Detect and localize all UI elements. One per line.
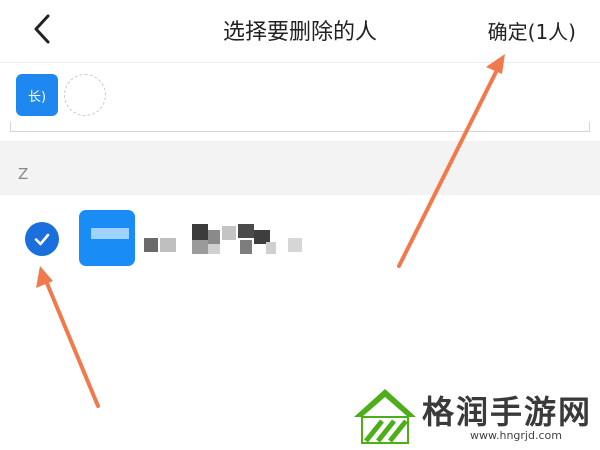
watermark-url: www.hngrjd.com <box>470 429 562 442</box>
row-checkbox[interactable] <box>25 222 59 256</box>
checkmark-icon <box>34 233 50 246</box>
search-field-underline[interactable] <box>10 122 590 132</box>
chevron-left-icon <box>34 14 50 44</box>
empty-slot-placeholder <box>64 74 106 116</box>
section-header <box>0 141 600 195</box>
back-button[interactable] <box>28 10 62 48</box>
watermark-logo <box>354 389 416 444</box>
selected-member-chip-label: 长) <box>27 89 47 105</box>
contact-name-pixelated <box>142 220 307 258</box>
arrow-to-checkbox <box>42 274 100 408</box>
selected-member-chip[interactable]: 长) <box>16 74 58 116</box>
watermark-site-name: 格润手游网 <box>422 393 593 431</box>
section-letter: Z <box>18 165 29 183</box>
navigation-header: 选择要删除的人 确定(1人) <box>0 0 600 63</box>
watermark: 格润手游网 www.hngrjd.com <box>350 385 595 447</box>
avatar <box>79 210 135 266</box>
confirm-button[interactable]: 确定(1人) <box>488 16 576 45</box>
avatar-graphic <box>91 228 129 239</box>
